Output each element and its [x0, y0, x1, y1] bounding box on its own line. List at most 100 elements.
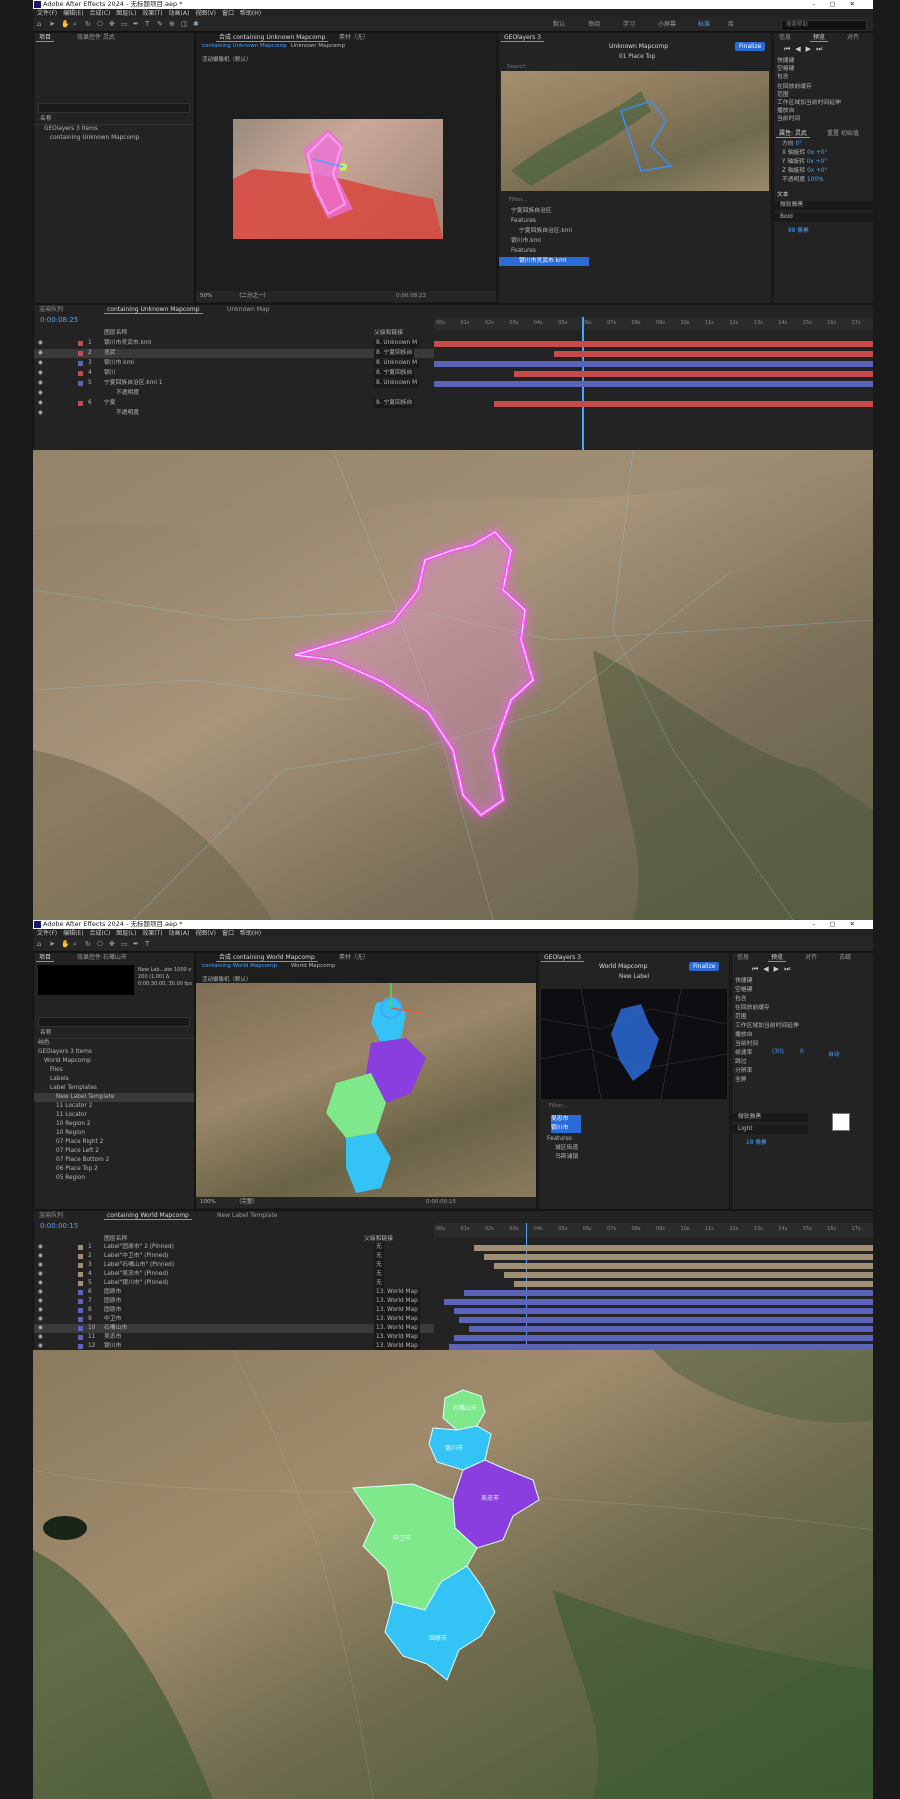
project-item[interactable]: New Label Template: [34, 1093, 194, 1102]
tab-info[interactable]: 信息: [776, 33, 794, 42]
project-item[interactable]: 11 Locator: [34, 1111, 194, 1120]
menu-animation[interactable]: 动画(A): [169, 10, 190, 17]
timeline-layer-row[interactable]: ◉ 2 Label"中卫市" (Pinned) 无: [34, 1252, 434, 1261]
hand-tool-icon[interactable]: ✋: [61, 940, 70, 948]
layer-parent-dropdown[interactable]: 无: [374, 1279, 384, 1288]
menu-layer[interactable]: 图层(L): [116, 930, 136, 937]
tab-preview[interactable]: 预览: [810, 33, 829, 42]
project-item[interactable]: 10 Region: [34, 1129, 194, 1138]
layer-name[interactable]: 吴忠市: [104, 1333, 121, 1342]
font-family-dropdown[interactable]: 微软雅黑: [732, 1113, 808, 1122]
menu-composition[interactable]: 合成(C): [89, 10, 110, 17]
layer-name[interactable]: 银川市.kml: [104, 359, 134, 368]
tab-footage[interactable]: 素材（无）: [336, 33, 372, 42]
layer-parent-dropdown[interactable]: 8. 宁夏回族自: [374, 349, 415, 358]
geo-filter-input[interactable]: Filter...: [549, 1103, 567, 1109]
timeline-layer-row[interactable]: ◉ 2 灵武 8. 宁夏回族自: [34, 349, 434, 358]
geo-label-dropdown[interactable]: New Label: [619, 974, 649, 980]
visibility-eye-icon[interactable]: ◉: [38, 349, 43, 358]
menu-edit[interactable]: 编辑(E): [63, 10, 83, 17]
tab-info[interactable]: 信息: [734, 953, 752, 962]
layer-parent-dropdown[interactable]: 无: [374, 1261, 384, 1270]
menu-layer[interactable]: 图层(L): [116, 10, 136, 17]
workspace-review[interactable]: 审阅: [588, 20, 600, 29]
preview-value[interactable]: (30): [772, 1049, 784, 1055]
geo-tree-item[interactable]: 乌斯浦镇: [539, 1153, 729, 1162]
layer-parent-dropdown[interactable]: 8. Unknown M: [374, 359, 420, 368]
preview-prop[interactable]: 播放自: [732, 1031, 873, 1040]
project-item[interactable]: Files: [34, 1066, 194, 1075]
project-item[interactable]: 06 Place Top 2: [34, 1165, 194, 1174]
finalize-button[interactable]: Finalize: [735, 42, 766, 51]
layer-name[interactable]: 中卫市: [104, 1315, 121, 1324]
layer-label-color[interactable]: [78, 1263, 83, 1268]
layer-label-color[interactable]: [78, 1335, 83, 1340]
zoom-tool-icon[interactable]: ⌕: [73, 940, 81, 948]
tab-align[interactable]: 对齐: [844, 33, 862, 42]
comp-breadcrumb[interactable]: Unknown Mapcomp: [291, 43, 345, 49]
layer-label-color[interactable]: [78, 1299, 83, 1304]
tab-timeline-template[interactable]: New Label Template: [214, 1211, 280, 1220]
layer-parent-dropdown[interactable]: 无: [374, 1270, 384, 1279]
layer-name[interactable]: 宁夏: [104, 399, 116, 408]
visibility-eye-icon[interactable]: ◉: [38, 1297, 43, 1306]
layer-name[interactable]: 不透明度: [116, 389, 139, 398]
timeline-layer-row[interactable]: ◉ 8 固原市 13. World Map: [34, 1306, 434, 1315]
layer-label-color[interactable]: [78, 1317, 83, 1322]
geo-map-preview[interactable]: [501, 71, 769, 191]
layer-name[interactable]: 灵武: [104, 349, 116, 358]
layer-label-color[interactable]: [78, 1326, 83, 1331]
font-size-field[interactable]: 18 像素: [732, 1139, 873, 1148]
timeline-layer-row[interactable]: ◉ 6 固原市 13. World Map: [34, 1288, 434, 1297]
layer-label-color[interactable]: [78, 1308, 83, 1313]
layer-parent-dropdown[interactable]: 8. 宁夏回族自: [374, 399, 415, 408]
preview-prop[interactable]: 范围: [732, 1013, 873, 1022]
layer-parent-dropdown[interactable]: 13. World Map: [374, 1297, 420, 1306]
layer-name[interactable]: 固原市: [104, 1297, 121, 1306]
font-style-dropdown[interactable]: Bold: [774, 213, 873, 222]
time-ruler[interactable]: 00s 01s 02s 03s 04s 05s 06s 07s 08s 09s 10s 11s 12s 1…: [434, 1223, 873, 1237]
layer-parent-dropdown[interactable]: 8. 宁夏回族自: [374, 369, 415, 378]
help-search-input[interactable]: 搜索帮助: [781, 20, 867, 31]
selection-tool-icon[interactable]: ➤: [49, 20, 57, 28]
menu-window[interactable]: 窗口: [222, 930, 234, 937]
timeline-layer-row[interactable]: ◉ 不透明度: [34, 409, 434, 418]
tab-geolayers[interactable]: GEOlayers 3: [541, 953, 585, 962]
geo-tree-item-selected[interactable]: 银川市灵武市.kml: [499, 257, 589, 266]
brush-tool-icon[interactable]: ✎: [157, 20, 165, 28]
layer-parent-dropdown[interactable]: 8. Unknown M: [374, 379, 420, 388]
playback-controls[interactable]: ⏮◀▶⏭: [752, 965, 795, 974]
hand-tool-icon[interactable]: ✋: [61, 20, 70, 28]
resolution-dropdown[interactable]: （二分之一）: [236, 291, 269, 302]
layer-duration-bar[interactable]: [464, 1290, 873, 1296]
visibility-eye-icon[interactable]: ◉: [38, 1261, 43, 1270]
layer-label-color[interactable]: [78, 381, 83, 386]
visibility-eye-icon[interactable]: ◉: [38, 409, 43, 418]
layer-parent-dropdown[interactable]: 无: [374, 1243, 384, 1252]
visibility-eye-icon[interactable]: ◉: [38, 359, 43, 368]
finalize-button[interactable]: Finalize: [689, 962, 720, 971]
comp-breadcrumb-active[interactable]: containing Unknown Mapcomp: [202, 43, 287, 49]
comp-current-time[interactable]: 0:00:00:15: [426, 1197, 456, 1208]
comp-viewer-frame[interactable]: [196, 983, 536, 1197]
visibility-eye-icon[interactable]: ◉: [38, 1288, 43, 1297]
project-item[interactable]: Label Templates: [34, 1084, 194, 1093]
layer-parent-dropdown[interactable]: 无: [374, 1252, 384, 1261]
timeline-layer-row[interactable]: ◉ 12 银川市 13. World Map: [34, 1342, 434, 1350]
layer-duration-bar[interactable]: [434, 381, 873, 387]
menu-help[interactable]: 帮助(H): [240, 10, 261, 17]
geo-tree-item[interactable]: Features: [499, 217, 771, 226]
geo-place-dropdown[interactable]: 01 Place Top: [619, 54, 655, 60]
rect-tool-icon[interactable]: ▭: [121, 940, 129, 948]
visibility-eye-icon[interactable]: ◉: [38, 399, 43, 408]
preview-prop[interactable]: 全屏: [732, 1076, 873, 1085]
menu-composition[interactable]: 合成(C): [89, 930, 110, 937]
menu-file[interactable]: 文件(F): [37, 10, 57, 17]
puppet-tool-icon[interactable]: ✱: [193, 20, 201, 28]
tab-timeline-comp[interactable]: containing Unknown Mapcomp: [104, 305, 203, 314]
menu-window[interactable]: 窗口: [222, 10, 234, 17]
font-family-dropdown[interactable]: 微软雅黑: [774, 201, 873, 210]
stamp-tool-icon[interactable]: ⊕: [169, 20, 177, 28]
timeline-layer-row[interactable]: ◉ 4 Label"吴忠市" (Pinned) 无: [34, 1270, 434, 1279]
workspace-library[interactable]: 库: [728, 20, 734, 29]
